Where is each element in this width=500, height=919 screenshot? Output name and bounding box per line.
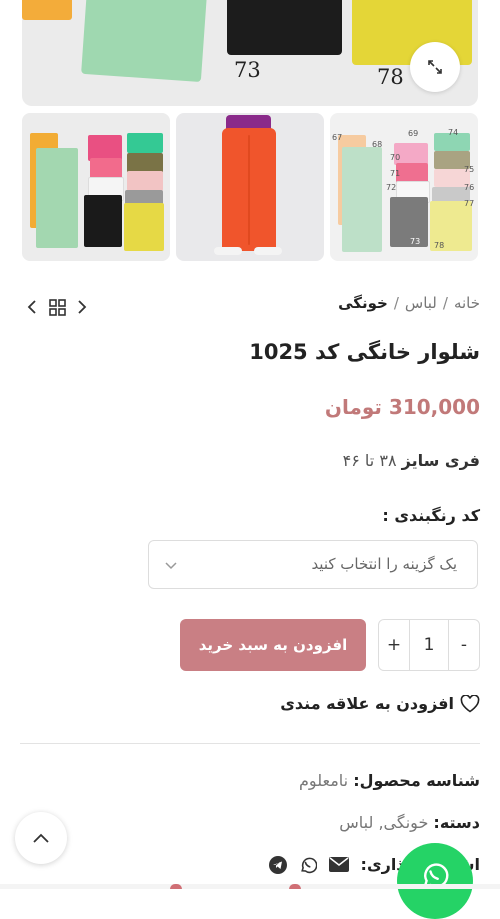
thumb-number: 75 — [464, 165, 475, 174]
garment-green — [81, 0, 207, 83]
breadcrumb-separator: / — [442, 294, 448, 312]
color-code-label: کد رنگبندی : — [382, 506, 480, 525]
previous-product-button[interactable] — [22, 297, 42, 317]
size-range: ۳۸ تا ۴۶ — [342, 451, 397, 470]
chevron-up-icon — [33, 833, 49, 843]
bottom-bar-indicator — [170, 884, 182, 889]
thumbnail-1[interactable] — [22, 113, 170, 261]
breadcrumb-separator: / — [393, 294, 399, 312]
product-main-image[interactable]: 73 78 — [22, 0, 478, 106]
sku-label: شناسه محصول: — [353, 771, 480, 790]
product-title: شلوار خانگی کد 1025 — [249, 340, 480, 364]
thumb-number: 70 — [390, 153, 401, 162]
breadcrumb: خانه / لباس / خونگی — [338, 294, 480, 312]
color-select[interactable]: یک گزینه را انتخاب کنید — [148, 540, 478, 589]
garment-orange — [22, 0, 72, 20]
scroll-to-top-button[interactable] — [15, 812, 67, 864]
breadcrumb-home[interactable]: خانه — [454, 294, 480, 312]
add-to-wishlist-button[interactable]: افزودن به علاقه مندی — [280, 694, 480, 713]
wishlist-label: افزودن به علاقه مندی — [280, 694, 454, 713]
grid-icon — [48, 298, 66, 316]
product-code-number: 78 — [377, 65, 404, 89]
quantity-increase-button[interactable]: + — [379, 620, 409, 670]
thumb-number: 78 — [434, 241, 445, 250]
thumb-number: 68 — [372, 140, 383, 149]
chevron-left-icon — [27, 300, 36, 314]
breadcrumb-category[interactable]: لباس — [405, 294, 437, 312]
thumb-number: 77 — [464, 199, 475, 208]
chevron-right-icon — [78, 300, 87, 314]
whatsapp-icon[interactable] — [299, 856, 317, 874]
thumbnail-2[interactable] — [176, 113, 324, 261]
quantity-stepper: + 1 - — [378, 619, 480, 671]
sku-value: نامعلوم — [299, 771, 349, 790]
color-select-value: یک گزینه را انتخاب کنید — [311, 555, 457, 573]
chevron-down-icon — [165, 562, 177, 570]
quantity-decrease-button[interactable]: - — [449, 620, 479, 670]
thumb-number: 76 — [464, 183, 475, 192]
bottom-bar-indicator — [289, 884, 301, 889]
next-product-button[interactable] — [72, 297, 92, 317]
whatsapp-chat-button[interactable] — [397, 843, 473, 919]
thumb-number: 73 — [410, 237, 421, 246]
product-price: 310,000 تومان — [324, 395, 480, 419]
thumb-number: 74 — [448, 128, 459, 137]
telegram-icon[interactable] — [268, 855, 287, 874]
thumb-number: 69 — [408, 129, 419, 138]
product-categories: دسته: خونگی, لباس — [339, 813, 480, 832]
thumb-number: 71 — [390, 169, 401, 178]
size-info: فری سایز ۳۸ تا ۴۶ — [343, 451, 480, 470]
product-code-number: 73 — [234, 58, 261, 82]
email-icon[interactable] — [328, 857, 349, 872]
category-label: دسته: — [433, 813, 480, 832]
thumbnail-3[interactable]: 67 68 69 70 71 72 73 74 75 76 77 78 — [330, 113, 478, 261]
add-to-cart-button[interactable]: افزودن به سبد خرید — [180, 619, 366, 671]
bottom-navigation-bar — [0, 884, 500, 889]
size-label: فری سایز — [401, 451, 480, 470]
thumb-number: 72 — [386, 183, 397, 192]
category-links[interactable]: خونگی, لباس — [339, 813, 428, 832]
heart-icon — [460, 694, 480, 712]
garment-black — [227, 0, 342, 55]
breadcrumb-current[interactable]: خونگی — [338, 294, 388, 312]
back-to-products-button[interactable] — [47, 297, 67, 317]
expand-image-button[interactable] — [410, 42, 460, 92]
product-sku: شناسه محصول: نامعلوم — [299, 771, 480, 790]
quantity-input[interactable]: 1 — [409, 620, 449, 670]
divider — [20, 743, 480, 744]
expand-icon — [428, 60, 442, 74]
thumb-number: 67 — [332, 133, 343, 142]
